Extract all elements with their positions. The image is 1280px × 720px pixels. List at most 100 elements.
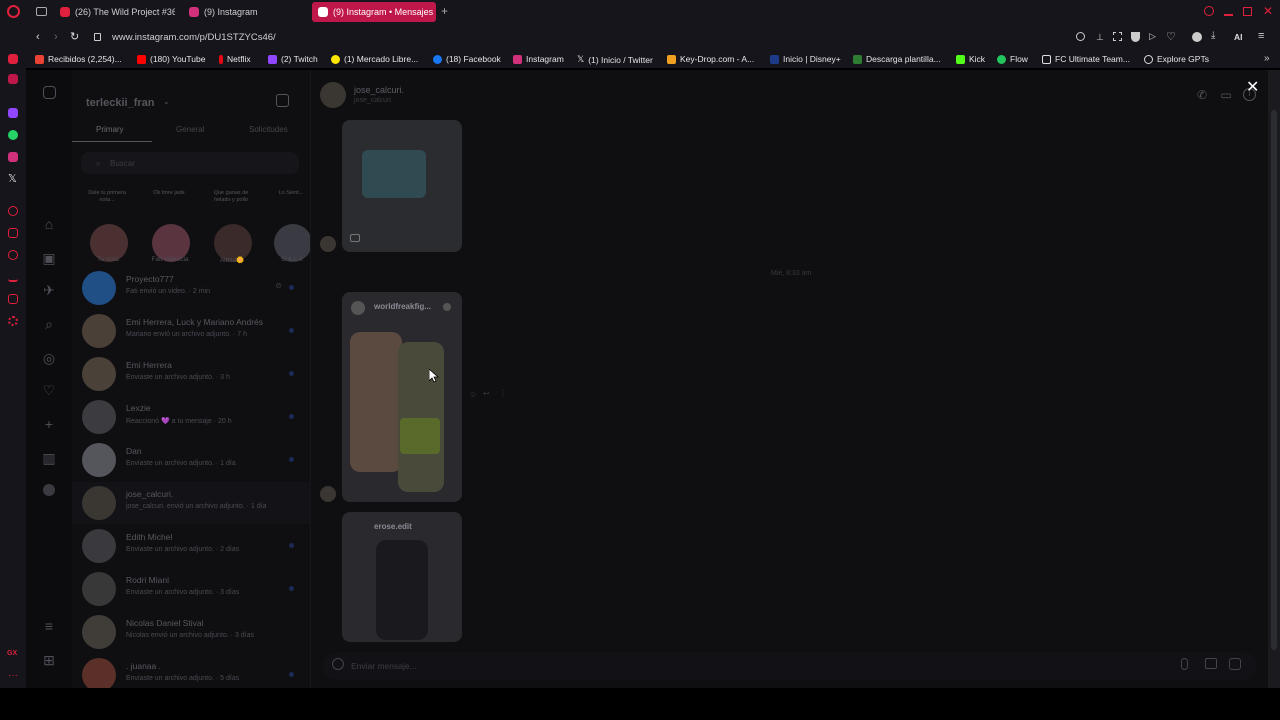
explore-icon[interactable]: ◎ xyxy=(41,350,57,366)
tab-instagram[interactable]: (9) Instagram xyxy=(189,2,299,22)
create-icon[interactable]: + xyxy=(41,416,57,432)
bookmark-explore-gpts[interactable]: Explore GPTs xyxy=(1144,54,1209,64)
gx-icon[interactable]: GX xyxy=(7,650,17,657)
search-tabs-icon[interactable] xyxy=(1204,6,1214,16)
home-icon[interactable]: ⌂ xyxy=(41,216,57,232)
pin-icon[interactable]: ⊥ xyxy=(1096,32,1104,43)
heart-icon[interactable]: ♡ xyxy=(1166,30,1176,43)
tab-primary[interactable]: Primary xyxy=(96,125,124,134)
messages-icon[interactable]: ✈ xyxy=(41,282,57,298)
conversation-row-selected[interactable]: jose_calcuri. jose_calcuri. envió un arc… xyxy=(72,482,310,524)
bookmark-youtube[interactable]: (180) YouTube xyxy=(137,54,205,64)
conversation-row[interactable]: Edith Michel Enviaste un archivo adjunto… xyxy=(72,525,310,567)
screenshot-icon[interactable] xyxy=(1113,32,1122,41)
download-icon[interactable]: ⤓ xyxy=(1211,30,1215,41)
inbox-username[interactable]: terleckii_fran xyxy=(86,97,154,109)
menu-icon[interactable]: ≡ xyxy=(1258,30,1264,42)
close-window-button[interactable]: ✕ xyxy=(1263,4,1273,18)
aria-icon[interactable] xyxy=(8,54,18,64)
more-menu-icon[interactable]: ≡ xyxy=(41,618,57,634)
forward-icon[interactable]: › xyxy=(54,31,58,43)
reels-icon[interactable]: ▣ xyxy=(41,250,57,266)
ai-button[interactable]: AI xyxy=(1234,32,1243,42)
phone-icon[interactable]: ✆ xyxy=(1195,88,1209,102)
x-icon[interactable]: 𝕏 xyxy=(8,172,17,185)
scrollbar[interactable] xyxy=(1268,70,1280,688)
twitch-icon[interactable] xyxy=(8,108,18,118)
maximize-button[interactable] xyxy=(1243,7,1252,16)
bookmark-mercadolibre[interactable]: (1) Mercado Libre... xyxy=(331,54,418,64)
clock-icon[interactable] xyxy=(8,250,18,260)
chat-contact-name[interactable]: jose_calcuri. xyxy=(354,85,404,95)
microphone-icon[interactable] xyxy=(1181,658,1188,670)
scrollbar-thumb[interactable] xyxy=(1271,110,1277,650)
workspaces-icon[interactable] xyxy=(36,7,47,16)
tab-instagram-messages[interactable]: (9) Instagram • Mensajes xyxy=(312,2,436,22)
conversation-row[interactable]: . juanaa . Enviaste un archivo adjunto. … xyxy=(72,654,310,688)
new-message-icon[interactable] xyxy=(276,94,289,107)
profile-avatar[interactable] xyxy=(43,484,55,496)
more-icon[interactable]: ··· xyxy=(8,670,18,681)
bookmark-twitter[interactable]: 𝕏 (1) Inicio / Twitter xyxy=(577,54,653,65)
search-icon[interactable]: ⌕ xyxy=(41,316,57,332)
play-icon[interactable]: ▷ xyxy=(1149,31,1156,42)
tab-requests[interactable]: Solicitudes xyxy=(249,125,288,134)
bookmark-twitch[interactable]: (2) Twitch xyxy=(268,54,318,64)
bookmark-netflix[interactable]: Netflix xyxy=(219,54,251,64)
message-composer[interactable] xyxy=(323,652,1257,680)
image-icon[interactable] xyxy=(1205,658,1217,669)
conversation-row[interactable]: Dan Enviaste un archivo adjunto. · 1 día xyxy=(72,439,310,481)
opera-app-icon[interactable] xyxy=(8,74,18,84)
bookmarks-overflow-icon[interactable]: » xyxy=(1264,53,1270,64)
bookmark-kick[interactable]: Kick xyxy=(956,54,985,64)
back-icon[interactable]: ‹ xyxy=(36,31,40,43)
conversation-row[interactable]: Nicolas Daniel Stival Nicolas envió un a… xyxy=(72,611,310,653)
conversation-row[interactable]: Emi Herrera, Luck y Mariano Andrés Maria… xyxy=(72,310,310,352)
react-icon[interactable]: ☺ xyxy=(469,390,477,399)
whatsapp-icon[interactable] xyxy=(8,130,18,140)
bookmark-disney[interactable]: Inicio | Disney+ xyxy=(770,54,841,64)
close-overlay-button[interactable]: ✕ xyxy=(1246,80,1259,96)
sticker-icon[interactable] xyxy=(1229,658,1241,670)
conversation-row[interactable]: Proyecto777 Fati envió un video. · 2 min… xyxy=(72,267,310,309)
conversation-row[interactable]: Lexzie Reaccionó 💜 a tu mensaje · 20 h xyxy=(72,396,310,438)
video-message[interactable] xyxy=(342,120,462,252)
bookmark-plantilla[interactable]: Descarga plantilla... xyxy=(853,54,941,64)
video-call-icon[interactable]: ▭ xyxy=(1219,88,1233,102)
new-tab-button[interactable]: + xyxy=(441,4,448,18)
zoom-icon[interactable] xyxy=(1076,32,1085,41)
instagram-logo-icon[interactable] xyxy=(43,86,56,99)
history-icon[interactable] xyxy=(8,206,18,216)
shared-reel-message[interactable]: worldfreakfig... xyxy=(342,292,462,502)
profile-icon[interactable] xyxy=(1192,32,1202,42)
bookmark-keydrop[interactable]: Key-Drop.com - A... xyxy=(667,54,754,64)
download-icon[interactable] xyxy=(8,272,18,282)
minimize-button[interactable] xyxy=(1224,14,1233,16)
message-input-placeholder[interactable]: Enviar mensaje... xyxy=(351,661,417,671)
reload-icon[interactable]: ↻ xyxy=(70,30,79,43)
bookmark-gmail[interactable]: Recibidos (2,254)... xyxy=(35,54,122,64)
instagram-icon[interactable] xyxy=(8,152,18,162)
emoji-icon[interactable] xyxy=(332,658,344,670)
notifications-icon[interactable]: ♡ xyxy=(41,382,57,398)
extensions-icon[interactable] xyxy=(8,294,18,304)
bookmark-flow[interactable]: Flow xyxy=(997,54,1028,64)
shared-reel-message[interactable]: erose.edit xyxy=(342,512,462,642)
bookmark-icon[interactable] xyxy=(8,228,18,238)
settings-icon[interactable] xyxy=(8,316,18,326)
chevron-down-icon[interactable]: ⌄ xyxy=(163,97,170,106)
bookmark-instagram[interactable]: Instagram xyxy=(513,54,564,64)
tab-general[interactable]: General xyxy=(176,125,204,134)
opera-logo-icon[interactable] xyxy=(7,5,20,18)
conversation-row[interactable]: Emi Herrera Enviaste un archivo adjunto.… xyxy=(72,353,310,395)
reply-icon[interactable]: ↩ xyxy=(483,389,490,398)
tab-wild-project[interactable]: (26) The Wild Project #36 xyxy=(60,2,175,22)
more-options-icon[interactable]: ⋮ xyxy=(499,389,507,398)
url-field[interactable]: www.instagram.com/p/DU1STZYCs46/ xyxy=(112,32,276,43)
avatar[interactable] xyxy=(320,82,346,108)
bookmark-fc-ultimate[interactable]: FC Ultimate Team... xyxy=(1042,54,1130,64)
conversation-row[interactable]: Rodri Miani Enviaste un archivo adjunto.… xyxy=(72,568,310,610)
dashboard-icon[interactable]: ▥ xyxy=(41,450,57,466)
bookmark-facebook[interactable]: (18) Facebook xyxy=(433,54,501,64)
also-from-meta-icon[interactable]: ⊞ xyxy=(41,652,57,668)
